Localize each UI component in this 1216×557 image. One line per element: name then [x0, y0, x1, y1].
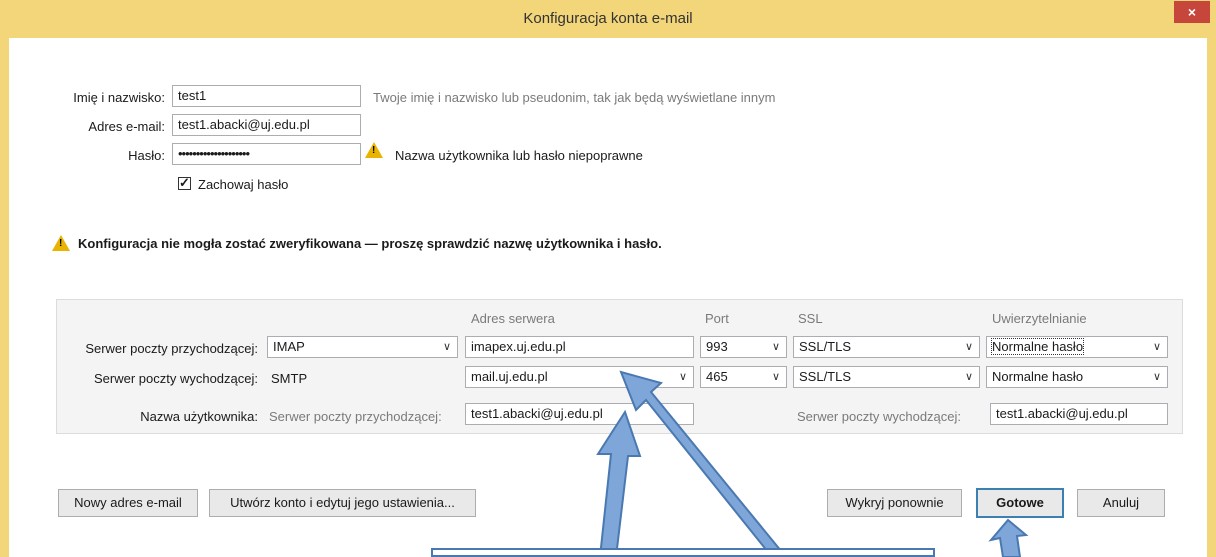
annotation-arrows	[596, 370, 1029, 557]
arrow-to-outgoing-server	[619, 370, 788, 557]
arrow-to-username	[596, 409, 642, 557]
annotation-box	[431, 548, 935, 557]
arrow-to-done-button	[988, 518, 1029, 557]
